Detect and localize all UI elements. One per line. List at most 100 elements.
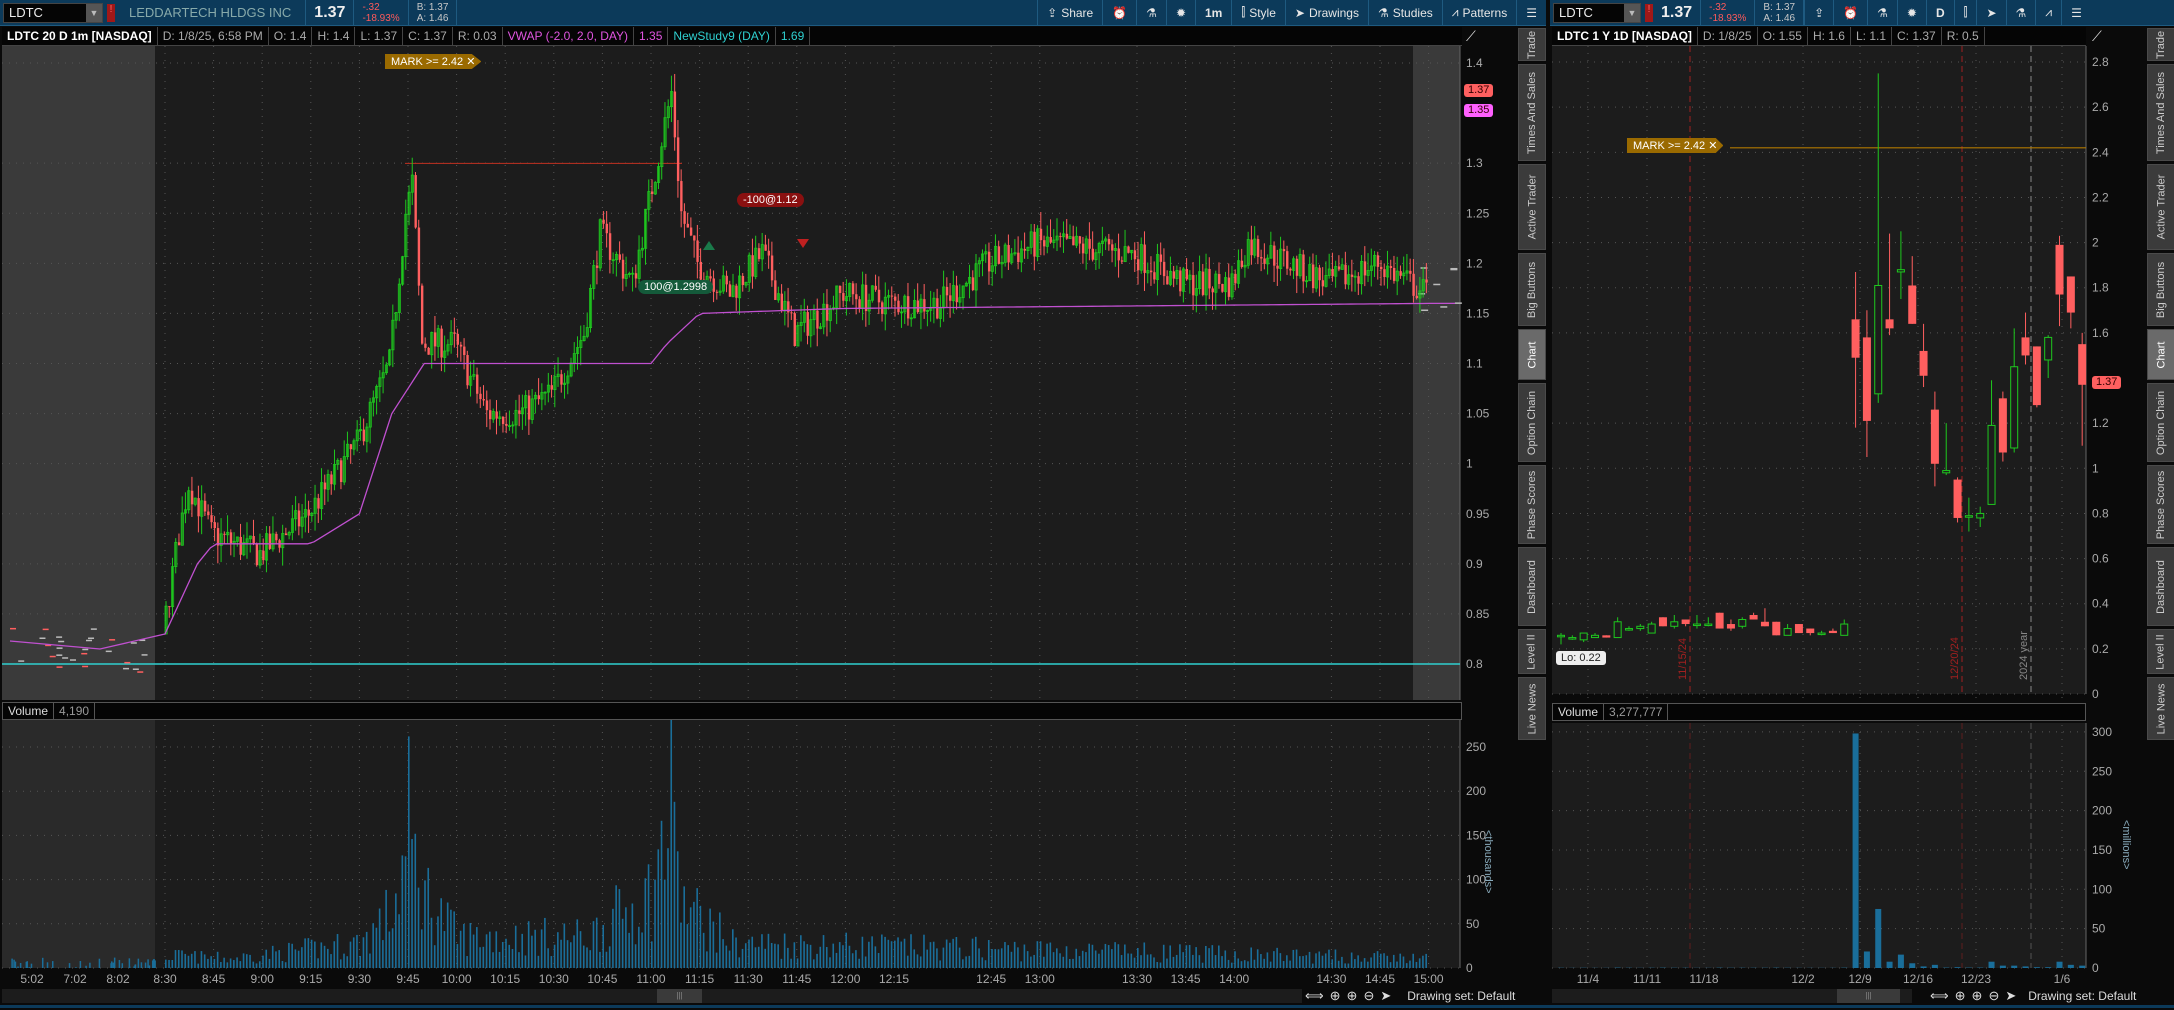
candle-body — [634, 273, 638, 279]
candle-body — [1602, 635, 1611, 638]
patterns-button[interactable]: ⩘ — [2035, 0, 2061, 26]
volume-bar — [1000, 948, 1003, 968]
style-button[interactable]: ⫿ — [1953, 0, 1977, 26]
chevron-down-icon[interactable]: ▼ — [1624, 3, 1640, 22]
scrollbar-thumb[interactable]: ||| — [657, 989, 702, 1003]
menu-button[interactable]: ☰ — [2061, 0, 2091, 26]
zoom-in-icon[interactable]: ⊕ — [1347, 988, 1358, 1004]
tab-live-news[interactable]: Live News — [2147, 677, 2174, 740]
studies-button[interactable]: ⚗ Studies — [1367, 0, 1442, 26]
patterns-button[interactable]: ⩘ Patterns — [1441, 0, 1516, 26]
premarket-tick — [109, 639, 116, 641]
drawings-button[interactable]: ➤ Drawings — [1284, 0, 1368, 26]
cursor-icon[interactable]: ➤ — [2005, 988, 2016, 1004]
style-button[interactable]: ⫿ Style — [1231, 0, 1285, 26]
tab-option-chain[interactable]: Option Chain — [2147, 383, 2174, 462]
tab-chart[interactable]: Chart — [1518, 329, 1546, 380]
volume-bar — [304, 938, 306, 968]
volume-bar — [621, 918, 624, 968]
tab-big-buttons[interactable]: Big Buttons — [2147, 253, 2174, 326]
flask-button[interactable]: ⚗ — [1136, 0, 1166, 26]
volume-bar — [1153, 957, 1155, 968]
autoscale-icon[interactable]: ⟋ — [1466, 28, 1476, 45]
candle-body — [1043, 240, 1046, 247]
alert-button[interactable]: ⏰ — [1102, 0, 1136, 26]
alert-badge-icon[interactable]: ! — [107, 3, 115, 22]
flask-button[interactable]: ⚗ — [1867, 0, 1897, 26]
tab-times-and-sales[interactable]: Times And Sales — [1518, 64, 1546, 161]
crosshair-icon[interactable]: ⊕ — [1330, 988, 1341, 1004]
time-scrollbar[interactable]: ||| — [1552, 989, 1912, 1003]
volume-bar — [1425, 953, 1427, 968]
tab-dashboard[interactable]: Dashboard — [1518, 547, 1546, 626]
tab-option-chain[interactable]: Option Chain — [1518, 383, 1546, 462]
volume-bar — [971, 938, 974, 968]
tab-level-ii[interactable]: Level II — [2147, 629, 2174, 674]
scrollbar-thumb[interactable]: ||| — [1837, 989, 1900, 1003]
chevron-down-icon[interactable]: ▼ — [86, 3, 102, 22]
volume-bar — [540, 929, 543, 968]
volume-bar — [144, 962, 147, 968]
zoom-in-icon[interactable]: ⊕ — [1972, 988, 1983, 1004]
settings-button[interactable]: ✹ — [1896, 0, 1926, 26]
premarket-tick — [42, 628, 49, 631]
candle-body — [1137, 259, 1140, 271]
settings-button[interactable]: ✹ — [1165, 0, 1195, 26]
crosshair-icon[interactable]: ⊕ — [1955, 988, 1966, 1004]
interval-button[interactable]: D — [1925, 0, 1954, 26]
volume-bar — [207, 958, 209, 968]
pan-icon[interactable]: ⟺ — [1305, 988, 1324, 1004]
tab-active-trader[interactable]: Active Trader — [1518, 164, 1546, 250]
volume-axis-label: 150 — [2092, 843, 2112, 857]
share-button[interactable]: ⇪ — [1804, 0, 1833, 26]
tab-times-and-sales[interactable]: Times And Sales — [2147, 64, 2174, 161]
price-alert-marker[interactable]: MARK >= 2.42 ✕ — [385, 54, 482, 69]
tab-trade[interactable]: Trade — [1518, 28, 1546, 61]
autoscale-icon[interactable]: ⟋ — [2092, 28, 2102, 45]
candle-body — [1227, 277, 1231, 297]
zoom-out-icon[interactable]: ⊖ — [1363, 988, 1374, 1004]
interval-button[interactable]: 1m — [1195, 0, 1231, 26]
tab-phase-scores[interactable]: Phase Scores — [1518, 465, 1546, 544]
candle-body — [505, 423, 508, 426]
low-label: Lo: 0.22 — [1556, 651, 1606, 665]
candle-body — [476, 374, 479, 394]
volume-bar — [2033, 967, 2040, 968]
volume-bar — [702, 932, 705, 968]
tab-level-ii[interactable]: Level II — [1518, 629, 1546, 674]
price-alert-marker[interactable]: MARK >= 2.42 ✕ — [1627, 138, 1724, 153]
symbol-selector[interactable]: LDTC ▼ — [1553, 2, 1641, 23]
menu-button[interactable]: ☰ — [1516, 0, 1546, 26]
pan-icon[interactable]: ⟺ — [1930, 988, 1949, 1004]
buy-order-label[interactable]: 100@1.2998 — [638, 280, 714, 294]
zoom-out-icon[interactable]: ⊖ — [1988, 988, 1999, 1004]
tab-trade[interactable]: Trade — [2147, 28, 2174, 61]
volume-bar — [1373, 953, 1376, 968]
sell-order-label[interactable]: -100@1.12 — [737, 193, 804, 207]
volume-bar — [1059, 953, 1061, 968]
drawing-set-selector[interactable]: Drawing set: Default — [2028, 989, 2136, 1003]
tab-dashboard[interactable]: Dashboard — [2147, 547, 2174, 626]
time-scrollbar[interactable]: ||| — [2, 989, 1302, 1003]
price-axis-label: 1.2 — [1466, 256, 1483, 270]
alert-button[interactable]: ⏰ — [1833, 0, 1867, 26]
chart-canvas[interactable]: 1.4 1.3 1.25 1.2 1.15 1.1 1.05 1 0.95 0.9 0.85 0.8 2… — [0, 0, 2174, 1010]
volume-bar — [271, 945, 274, 968]
volume-axis-label: 50 — [2092, 922, 2106, 936]
tab-live-news[interactable]: Live News — [1518, 677, 1546, 740]
candle-body — [842, 292, 845, 301]
alert-badge-icon[interactable]: ! — [1645, 3, 1653, 22]
candle-body — [728, 284, 732, 297]
cursor-icon[interactable]: ➤ — [1380, 988, 1391, 1004]
share-button[interactable]: ⇪ Share — [1037, 0, 1102, 26]
tab-chart[interactable]: Chart — [2147, 329, 2174, 380]
symbol-selector[interactable]: LDTC ▼ — [3, 2, 103, 23]
volume-bar — [1344, 963, 1346, 968]
tab-big-buttons[interactable]: Big Buttons — [1518, 253, 1546, 326]
tab-phase-scores[interactable]: Phase Scores — [2147, 465, 2174, 544]
tab-active-trader[interactable]: Active Trader — [2147, 164, 2174, 250]
studies-button[interactable]: ⚗ — [2005, 0, 2036, 26]
drawing-set-selector[interactable]: Drawing set: Default — [1407, 989, 1515, 1003]
volume-bar — [1289, 960, 1291, 968]
drawings-button[interactable]: ➤ — [1976, 0, 2005, 26]
